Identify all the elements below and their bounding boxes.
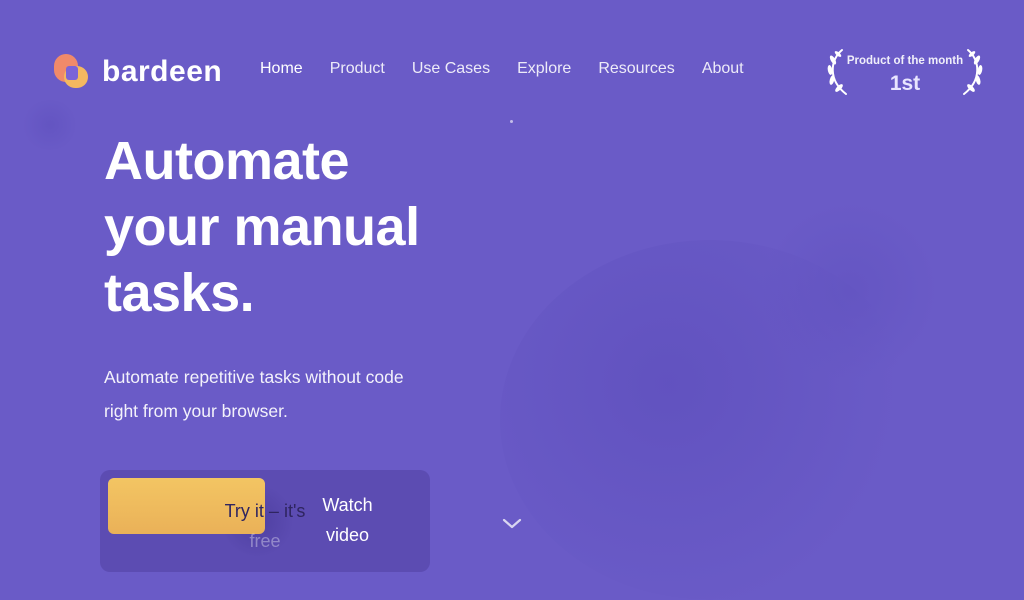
nav-item-about[interactable]: About [702,60,744,78]
cta-panel: Try it – it's free Watch video [100,470,430,572]
site-header: bardeen Home Product Use Cases Explore R… [0,0,1024,140]
hero-title-line: Automate [104,131,350,191]
nav-item-product[interactable]: Product [330,60,385,78]
nav-item-home[interactable]: Home [260,60,303,78]
watch-video-button[interactable]: Watch video [280,490,415,554]
nav-item-resources[interactable]: Resources [598,60,674,78]
award-rank: 1st [889,72,921,95]
nav-item-explore[interactable]: Explore [517,60,571,78]
hero-title-line: tasks. [104,263,255,323]
product-of-the-month-badge[interactable]: Product of the month 1st [824,46,986,98]
background-blob [760,200,940,380]
brand-name: bardeen [102,55,223,88]
hero-subtitle: Automate repetitive tasks without code r… [104,367,404,421]
watch-video-label-line: Watch [322,495,373,515]
watch-video-label-line: video [325,525,370,545]
main-nav: Home Product Use Cases Explore Resources… [260,60,744,78]
background-blob [500,240,920,600]
brand-logo[interactable]: bardeen [54,54,222,90]
award-title: Product of the month [846,55,964,67]
hero-title: Automate your manual tasks. [104,128,420,326]
hero-title-line: your manual [104,197,420,257]
chevron-down-icon[interactable] [500,512,524,536]
nav-item-use-cases[interactable]: Use Cases [412,60,490,78]
bardeen-logo-icon [54,54,90,90]
